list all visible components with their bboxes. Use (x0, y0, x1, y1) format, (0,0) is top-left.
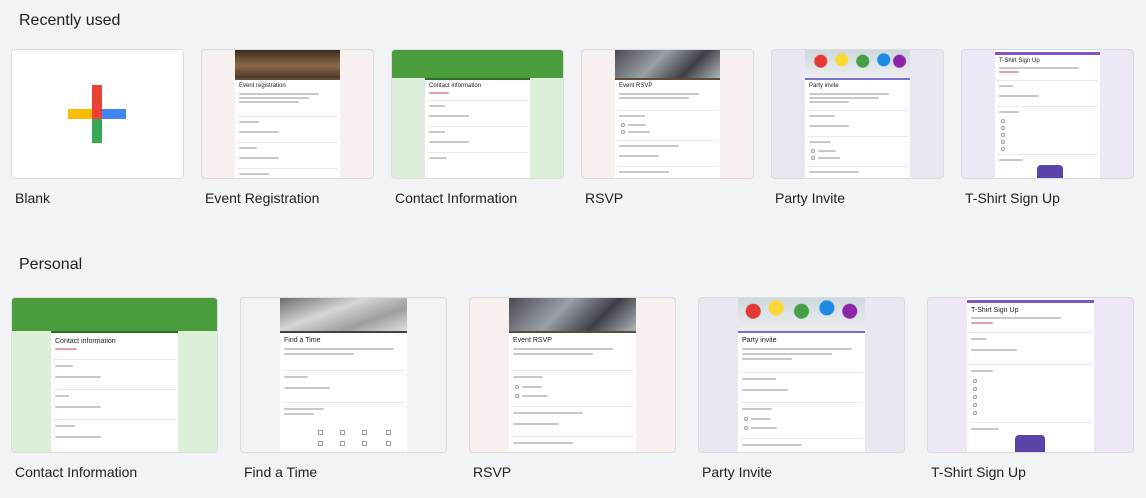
header-photo (615, 50, 720, 78)
template-card-personal-rsvp[interactable]: Event RSVP (469, 297, 676, 453)
section-title-personal: Personal (19, 256, 83, 273)
form-title: Event RSVP (619, 83, 653, 89)
template-card-personal-tshirt-sign-up[interactable]: T-Shirt Sign Up (927, 297, 1134, 453)
header-photo (280, 298, 407, 331)
template-card-contact-information[interactable]: Contact information (391, 49, 564, 179)
form-title: T-Shirt Sign Up (971, 307, 1019, 314)
header-pattern (12, 298, 217, 331)
template-label-blank: Blank (15, 190, 51, 206)
section-title-recently-used: Recently used (19, 12, 121, 29)
template-label-tshirt-sign-up: T-Shirt Sign Up (965, 190, 1060, 206)
form-title: Contact information (429, 83, 482, 89)
template-label-personal-party-invite: Party Invite (702, 464, 773, 480)
template-card-tshirt-sign-up[interactable]: T-Shirt Sign Up (961, 49, 1134, 179)
header-pattern (392, 50, 563, 78)
form-title: Party invite (742, 337, 777, 344)
form-title: Contact information (55, 338, 116, 345)
template-card-personal-party-invite[interactable]: Party invite (698, 297, 905, 453)
form-title: Event RSVP (513, 337, 552, 344)
template-label-rsvp: RSVP (585, 190, 624, 206)
form-title: Find a Time (284, 337, 321, 344)
template-card-party-invite[interactable]: Party invite (771, 49, 944, 179)
header-balloons (738, 298, 865, 331)
template-label-party-invite: Party Invite (775, 190, 846, 206)
template-label-event-registration: Event Registration (205, 190, 320, 206)
template-card-find-a-time[interactable]: Find a Time (240, 297, 447, 453)
form-title: Party invite (809, 83, 839, 89)
template-label-contact-information: Contact Information (395, 190, 518, 206)
template-label-find-a-time: Find a Time (244, 464, 318, 480)
template-label-personal-rsvp: RSVP (473, 464, 512, 480)
form-title: T-Shirt Sign Up (999, 58, 1040, 64)
template-label-personal-contact-information: Contact Information (15, 464, 138, 480)
header-balloons (805, 50, 910, 78)
tshirt-icon (1037, 165, 1063, 178)
template-label-personal-tshirt-sign-up: T-Shirt Sign Up (931, 464, 1026, 480)
template-card-rsvp[interactable]: Event RSVP (581, 49, 754, 179)
template-card-personal-contact-information[interactable]: Contact information (11, 297, 218, 453)
tshirt-icon (1015, 435, 1045, 452)
template-card-blank[interactable] (11, 49, 184, 179)
header-photo (509, 298, 636, 331)
form-title: Event registration (239, 83, 286, 89)
header-photo (235, 50, 340, 78)
template-card-event-registration[interactable]: Event registration (201, 49, 374, 179)
plus-icon (68, 85, 126, 143)
